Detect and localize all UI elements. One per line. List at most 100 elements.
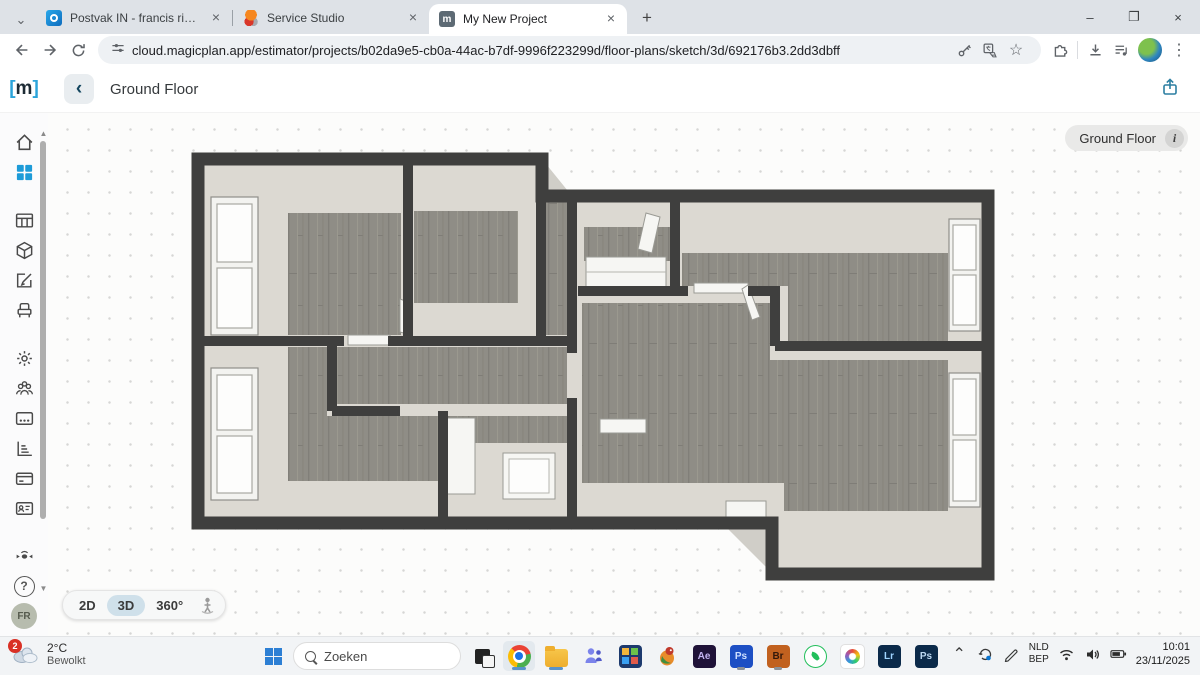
floorplan-3d-view[interactable] <box>48 113 1200 638</box>
toolbox-icon <box>619 645 642 668</box>
taskbar-app-lightroom[interactable]: Lr <box>873 641 905 671</box>
window <box>949 219 980 331</box>
bridge-icon: Br <box>767 645 790 668</box>
tab-search-button[interactable]: ⌄ <box>6 6 36 34</box>
sidebar-item-reports[interactable] <box>9 433 39 463</box>
battery-icon[interactable] <box>1110 646 1127 663</box>
close-window-button[interactable]: × <box>1156 0 1200 34</box>
browser-toolbar: cloud.magicplan.app/estimator/projects/b… <box>0 34 1200 66</box>
hidden-icons-chevron[interactable]: ⌃ <box>951 646 968 663</box>
weather-widget[interactable]: 2 2°C Bewolkt <box>10 641 86 667</box>
floor-name: Ground Floor <box>1079 131 1156 146</box>
view-option-3d[interactable]: 3D <box>107 595 146 616</box>
app-header: [m] ‹ Ground Floor <box>0 66 1200 113</box>
service-studio-favicon <box>243 10 259 26</box>
extensions-icon[interactable] <box>1047 37 1073 63</box>
new-tab-button[interactable]: + <box>633 4 661 32</box>
photoshop-beta-icon: Ps <box>915 645 938 668</box>
site-settings-icon[interactable] <box>110 40 132 61</box>
taskbar-app-toolbox[interactable] <box>614 641 646 671</box>
forward-button[interactable] <box>36 36 64 64</box>
sidebar-collapse-toggle[interactable] <box>9 541 39 571</box>
close-tab-icon[interactable]: × <box>208 10 224 26</box>
view-option-360[interactable]: 360° <box>145 595 194 616</box>
scrollbar-thumb[interactable] <box>40 141 46 519</box>
logo-letter: m <box>16 78 33 99</box>
taskbar-app-photoshop[interactable]: Ps <box>725 641 757 671</box>
taskbar-app-aftereffects[interactable]: Ae <box>688 641 720 671</box>
collapse-arrows-icon <box>14 546 35 567</box>
magicplan-favicon: m <box>439 11 455 27</box>
floor-selector-pill[interactable]: Ground Floor i <box>1065 125 1188 151</box>
time: 10:01 <box>1136 640 1190 654</box>
media-controls-icon[interactable] <box>1108 37 1134 63</box>
language-indicator[interactable]: NLD BEP <box>1029 642 1049 666</box>
reload-button[interactable] <box>64 36 92 64</box>
sync-icon[interactable] <box>977 646 994 663</box>
scroll-down-icon[interactable]: ▼ <box>39 584 48 593</box>
translate-icon[interactable] <box>977 37 1003 63</box>
sidebar-item-team[interactable] <box>9 373 39 403</box>
pegman-icon <box>200 597 215 614</box>
taskbar-app-whatsapp[interactable] <box>799 641 831 671</box>
sidebar-item-settings[interactable] <box>9 343 39 373</box>
users-icon <box>14 378 35 399</box>
browser-window: ⌄ Postvak IN - francis riethaeve - × Ser… <box>0 0 1200 675</box>
user-avatar[interactable]: FR <box>9 601 39 631</box>
downloads-icon[interactable] <box>1082 37 1108 63</box>
sidebar-item-tables[interactable] <box>9 205 39 235</box>
close-tab-icon[interactable]: × <box>405 10 421 26</box>
table-icon <box>14 210 35 231</box>
scroll-up-icon[interactable]: ▲ <box>39 129 48 138</box>
walkthrough-button[interactable] <box>194 597 220 614</box>
sidebar-item-furniture[interactable] <box>9 295 39 325</box>
taskbar-app-explorer[interactable] <box>540 641 572 671</box>
sidebar-item-3d[interactable] <box>9 235 39 265</box>
chevron-down-icon: ⌄ <box>16 12 27 28</box>
teams-icon <box>581 644 605 668</box>
tab-my-new-project[interactable]: m My New Project × <box>429 4 627 34</box>
magicplan-logo: [m] <box>0 78 48 100</box>
pen-icon[interactable] <box>1003 646 1020 663</box>
floorplan-canvas[interactable]: Ground Floor i 2D 3D 360° <box>48 113 1200 636</box>
back-to-project-button[interactable]: ‹ <box>64 74 94 104</box>
sidebar-item-workspace[interactable] <box>9 403 39 433</box>
back-button[interactable] <box>8 36 36 64</box>
profile-avatar[interactable] <box>1138 38 1162 62</box>
taskbar-app-teams[interactable] <box>577 641 609 671</box>
url-text[interactable]: cloud.magicplan.app/estimator/projects/b… <box>132 43 951 58</box>
taskbar-search[interactable]: Zoeken <box>293 642 461 670</box>
sidebar-item-sketch[interactable] <box>9 265 39 295</box>
sidebar-item-contacts[interactable] <box>9 493 39 523</box>
start-button[interactable] <box>258 641 288 671</box>
wifi-icon[interactable] <box>1058 646 1075 663</box>
sidebar-item-dashboard[interactable] <box>9 157 39 187</box>
share-button[interactable] <box>1160 77 1180 102</box>
tab-postvak[interactable]: Postvak IN - francis riethaeve - × <box>36 1 232 34</box>
parrot-icon <box>655 644 679 668</box>
browser-menu-icon[interactable]: ⋮ <box>1166 37 1192 63</box>
sidebar-scrollbar[interactable]: ▲ ▼ <box>39 129 48 593</box>
tab-service-studio[interactable]: Service Studio × <box>233 1 429 34</box>
taskbar-app-bridge[interactable]: Br <box>762 641 794 671</box>
taskbar-app-photos[interactable] <box>836 641 868 671</box>
view-option-2d[interactable]: 2D <box>68 595 107 616</box>
address-bar[interactable]: cloud.magicplan.app/estimator/projects/b… <box>98 36 1041 64</box>
stats-icon <box>14 438 35 459</box>
info-icon[interactable]: i <box>1165 129 1184 148</box>
volume-icon[interactable] <box>1084 646 1101 663</box>
restore-button[interactable]: ❐ <box>1112 0 1156 34</box>
help-button[interactable]: ? <box>9 571 39 601</box>
task-view-button[interactable] <box>466 641 498 671</box>
bookmark-star-icon[interactable]: ☆ <box>1003 37 1029 63</box>
sidebar-item-home[interactable] <box>9 127 39 157</box>
taskbar-app-misc[interactable] <box>651 641 683 671</box>
taskbar-app-photoshop-beta[interactable]: Ps <box>910 641 942 671</box>
taskbar-app-chrome[interactable] <box>503 641 535 671</box>
sidebar-item-billing[interactable] <box>9 463 39 493</box>
password-key-icon[interactable] <box>951 37 977 63</box>
taskbar-clock[interactable]: 10:01 23/11/2025 <box>1136 640 1190 669</box>
windows-logo-icon <box>265 648 282 665</box>
minimize-button[interactable]: – <box>1068 0 1112 34</box>
close-tab-icon[interactable]: × <box>603 11 619 27</box>
